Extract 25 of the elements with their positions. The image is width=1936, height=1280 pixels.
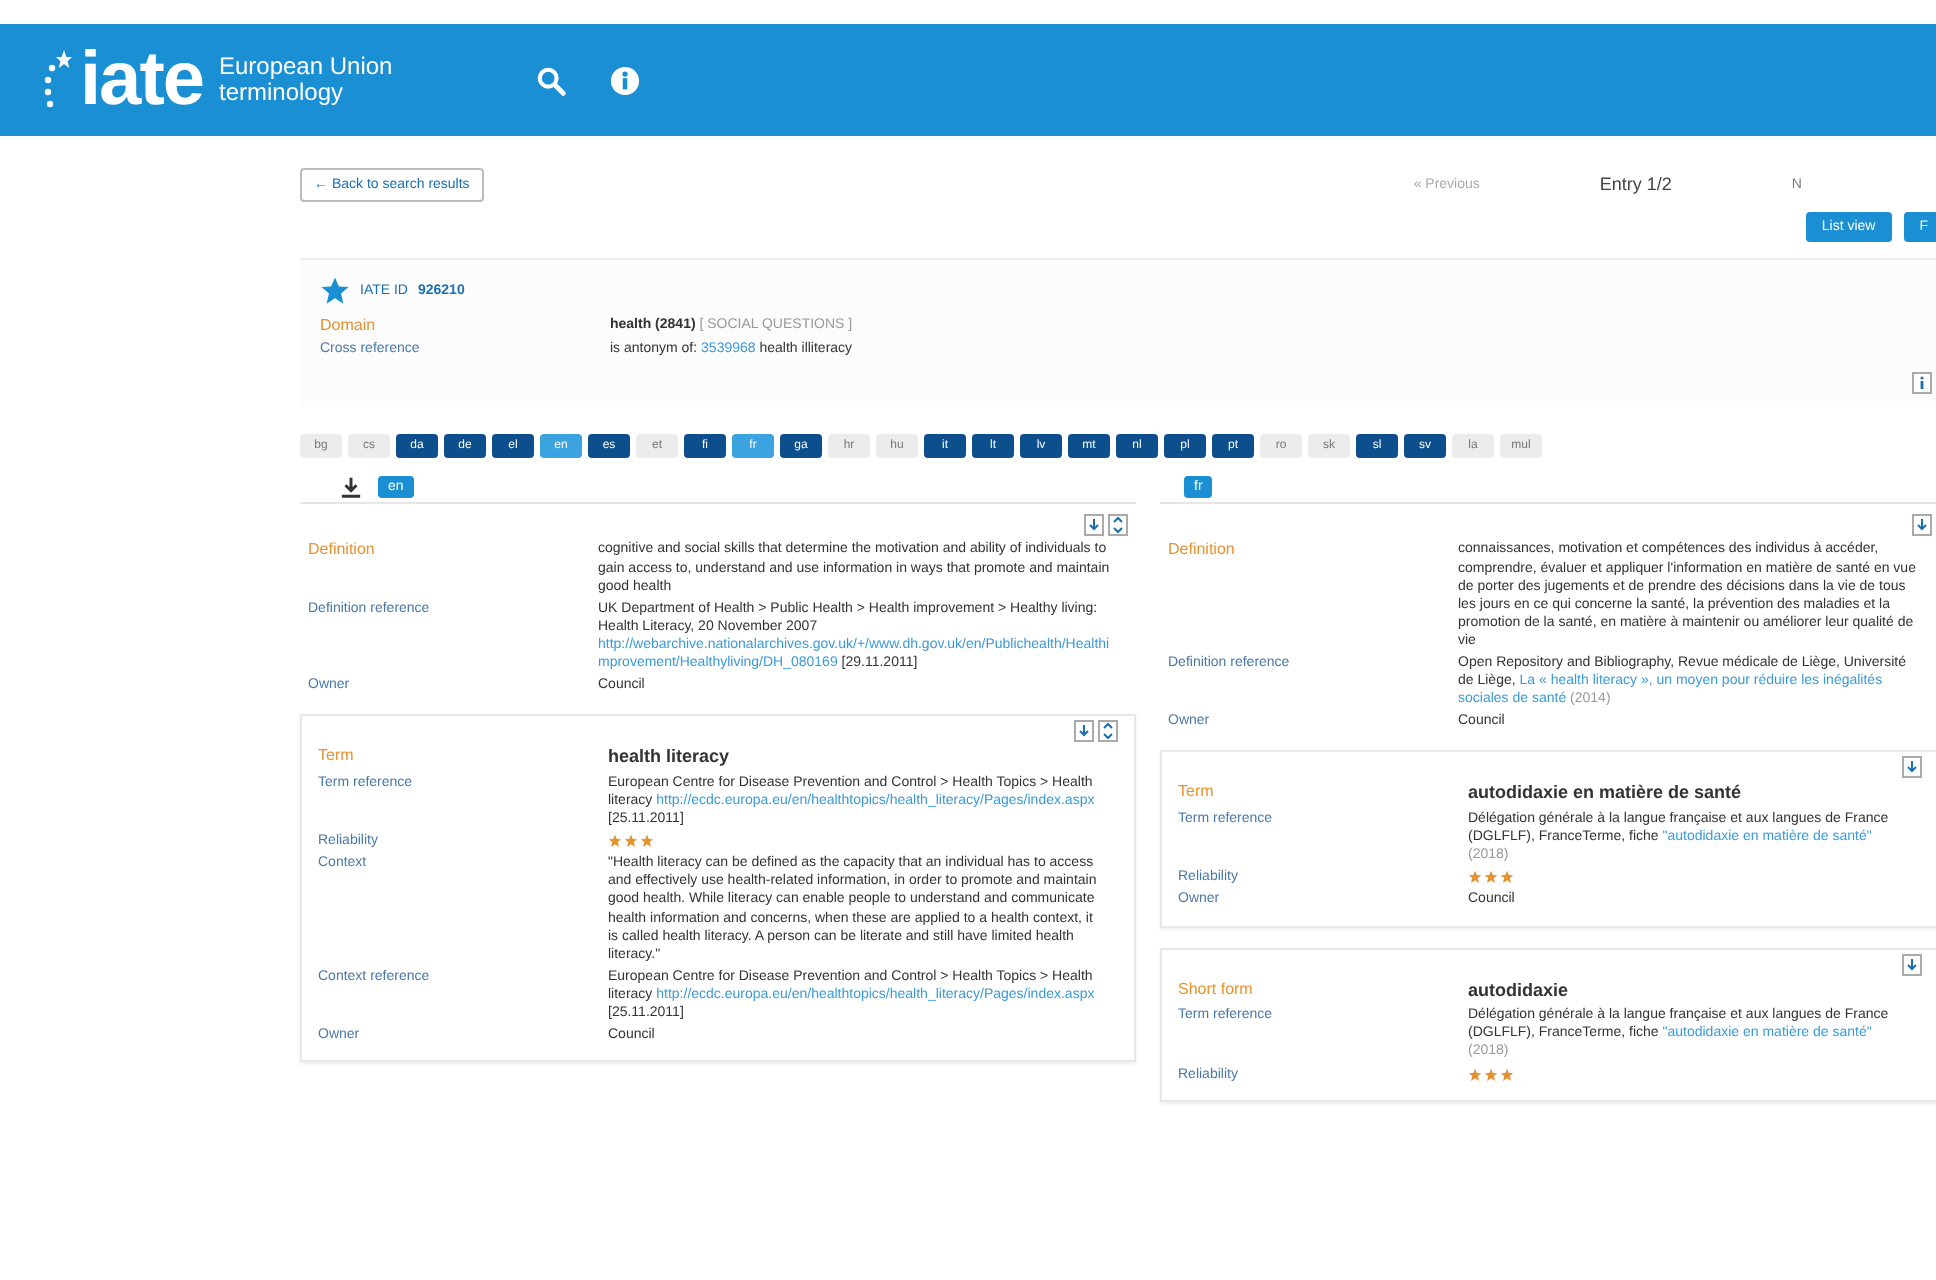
info-icon[interactable] — [610, 65, 641, 95]
download-button[interactable] — [1902, 953, 1922, 976]
download-button[interactable] — [1084, 514, 1104, 537]
download-button[interactable] — [1912, 514, 1932, 537]
search-icon[interactable] — [536, 65, 567, 95]
field-label: Definition — [308, 540, 377, 563]
entry-counter: Entry 1/2 — [1599, 174, 1672, 194]
info-button[interactable] — [1912, 372, 1932, 395]
stars-icon — [44, 50, 72, 110]
field-value: autodidaxie — [1468, 979, 1571, 1003]
sort-button[interactable] — [1098, 720, 1118, 743]
star-icon[interactable] — [320, 276, 350, 306]
field-value: health literacy — [608, 746, 732, 770]
field-label: Term — [318, 746, 356, 769]
logo-subtitle: European Union terminology — [218, 54, 393, 106]
logo-text[interactable]: iate — [80, 42, 203, 118]
sort-button[interactable] — [1108, 514, 1128, 537]
download-button[interactable] — [1074, 720, 1094, 743]
download-icon[interactable] — [340, 475, 362, 498]
field-label: Term — [1178, 782, 1216, 805]
field-label: Definition — [1168, 540, 1237, 563]
field-label: Domain — [320, 316, 378, 337]
field-value: autodidaxie en matière de santé — [1468, 782, 1744, 807]
field-label: Short form — [1178, 979, 1255, 1002]
download-button[interactable] — [1902, 756, 1922, 779]
